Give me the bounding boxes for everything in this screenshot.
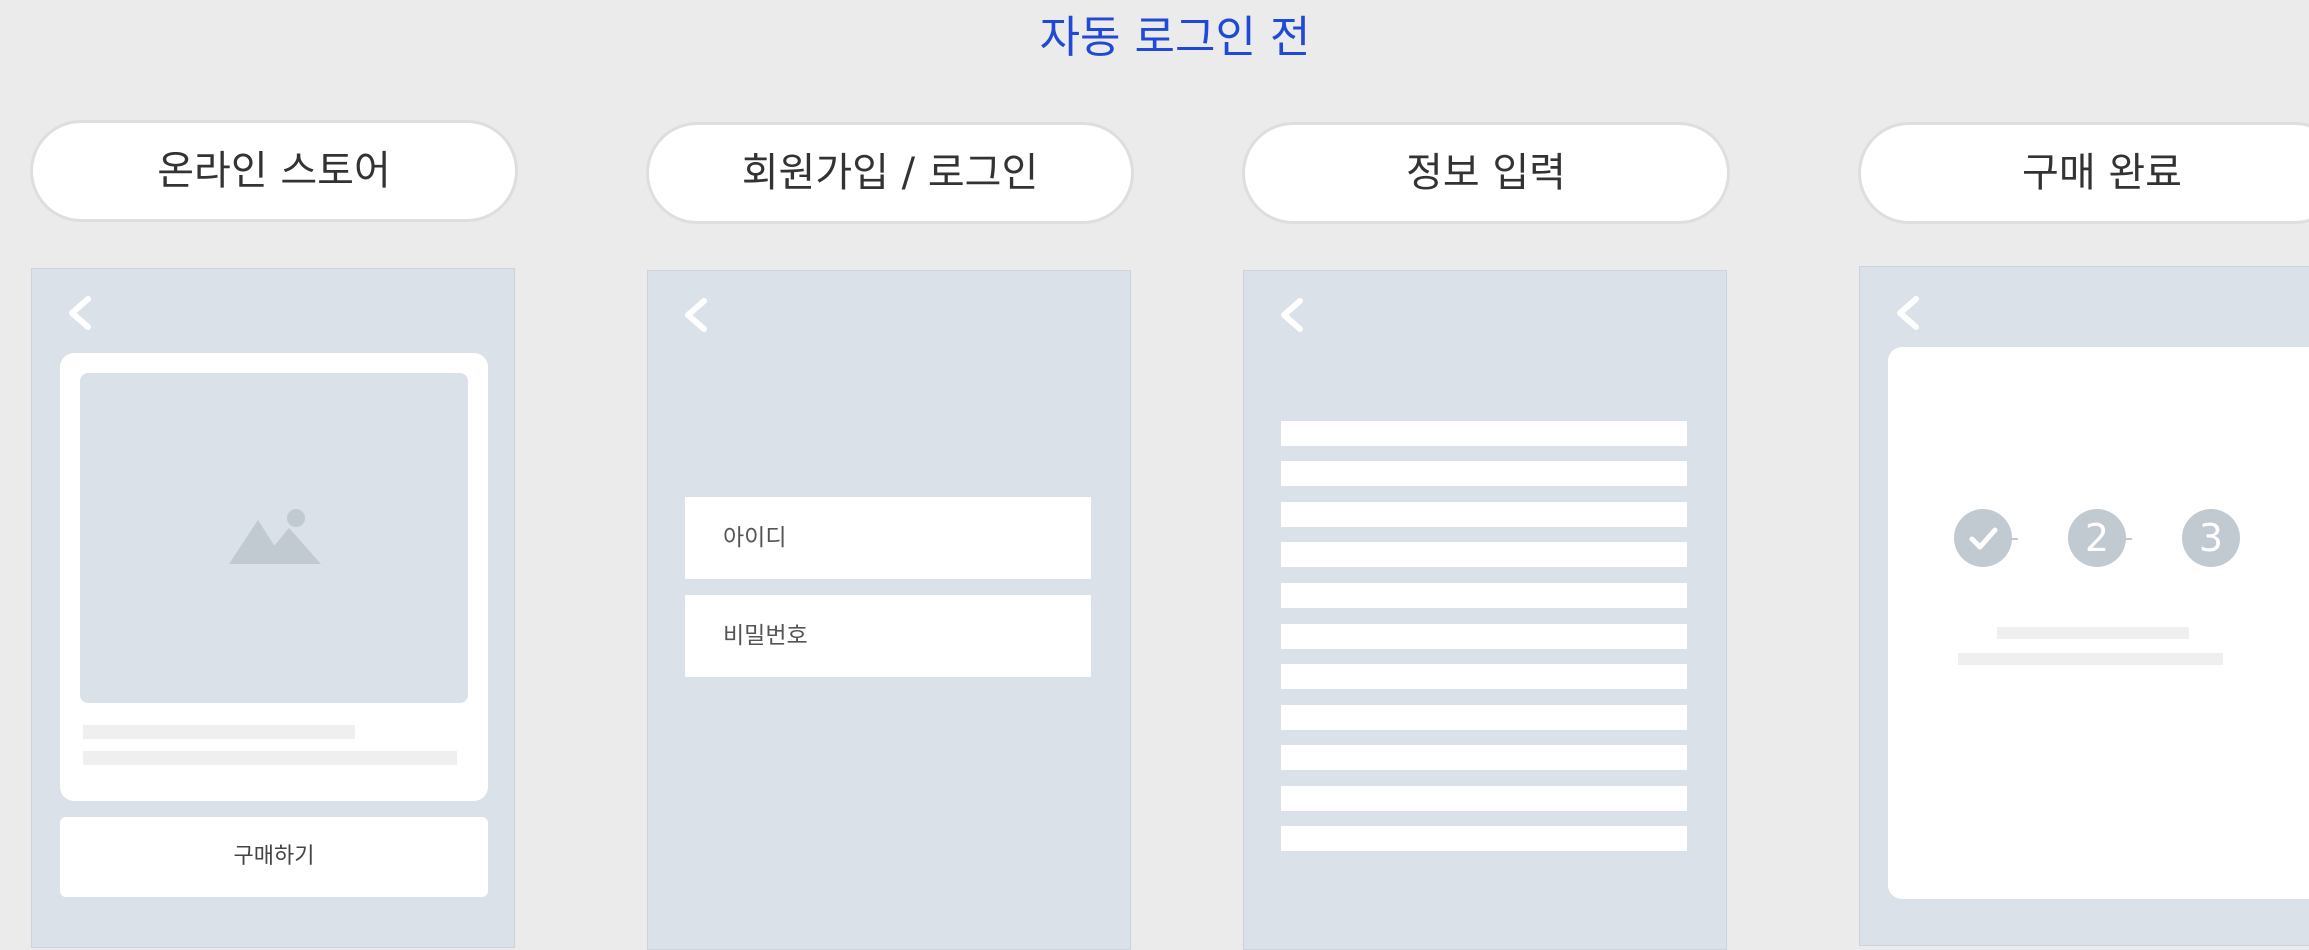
mountain-image-icon [229, 509, 321, 564]
form-row[interactable] [1281, 664, 1687, 689]
form-row[interactable] [1281, 786, 1687, 811]
form-row[interactable] [1281, 624, 1687, 649]
chevron-left-icon[interactable] [678, 295, 714, 335]
step-pill-online-store: 온라인 스토어 [30, 120, 518, 222]
id-field[interactable]: 아이디 [685, 497, 1091, 579]
phone-screen-purchase-complete: 2 3 [1859, 266, 2309, 946]
page-title: 자동 로그인 전 [1039, 12, 1311, 63]
step-pill-label: 정보 입력 [1406, 150, 1566, 196]
chevron-left-icon[interactable] [1890, 293, 1926, 333]
form-row[interactable] [1281, 461, 1687, 486]
step-circle-2: 2 [2068, 509, 2126, 567]
completion-desc-placeholder [1958, 653, 2223, 665]
form-row[interactable] [1281, 705, 1687, 730]
product-card [60, 353, 488, 801]
step-circle-3: 3 [2182, 509, 2240, 567]
phone-screen-login: 아이디 비밀번호 [647, 270, 1131, 950]
step-pill-info-input: 정보 입력 [1242, 122, 1730, 224]
form-row[interactable] [1281, 583, 1687, 608]
step-pill-signup-login: 회원가입 / 로그인 [646, 122, 1134, 224]
step-pill-label: 회원가입 / 로그인 [741, 150, 1039, 196]
product-image-placeholder [80, 373, 468, 703]
phone-screen-info-input [1243, 270, 1727, 950]
form-row[interactable] [1281, 826, 1687, 851]
completion-card: 2 3 [1888, 347, 2309, 899]
step-pill-label: 구매 완료 [2022, 150, 2182, 196]
step-pill-purchase-complete: 구매 완료 [1858, 122, 2309, 224]
phone-screen-online-store: 구매하기 [31, 268, 515, 948]
chevron-left-icon[interactable] [1274, 295, 1310, 335]
chevron-left-icon[interactable] [62, 293, 98, 333]
password-field[interactable]: 비밀번호 [685, 595, 1091, 677]
completion-title-placeholder [1997, 627, 2189, 639]
product-desc-placeholder [83, 751, 457, 765]
form-row[interactable] [1281, 745, 1687, 770]
form-row[interactable] [1281, 542, 1687, 567]
form-row[interactable] [1281, 421, 1687, 446]
buy-button[interactable]: 구매하기 [60, 817, 488, 897]
step-pill-label: 온라인 스토어 [157, 148, 391, 194]
product-title-placeholder [83, 725, 355, 739]
form-row[interactable] [1281, 502, 1687, 527]
step-circle-done [1954, 509, 2012, 567]
check-icon [1969, 527, 1998, 550]
